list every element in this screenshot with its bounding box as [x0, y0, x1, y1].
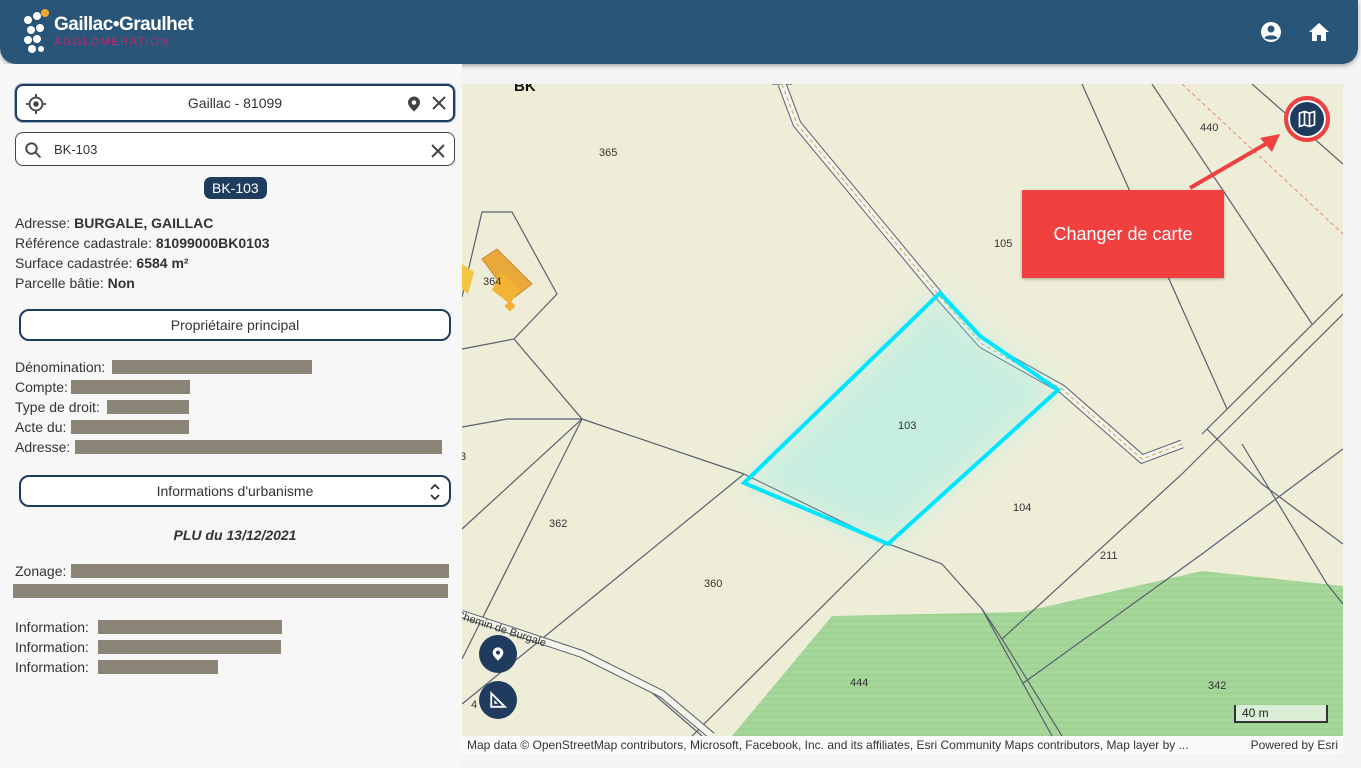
change-basemap-button[interactable]: [1284, 96, 1330, 142]
zoning-redacted-1: [71, 564, 449, 578]
zoning-redacted-2: [13, 584, 448, 598]
parcel-label-362: 362: [549, 518, 568, 530]
account-circle-icon[interactable]: [1259, 20, 1283, 44]
address-value: BURGALE, GAILLAC: [74, 215, 214, 231]
reference-line: Référence cadastrale: 81099000BK0103: [15, 235, 270, 251]
commune-value[interactable]: Gaillac - 81099: [17, 86, 453, 120]
map-icon: [1298, 110, 1316, 128]
info-label-1: Information:: [15, 619, 89, 635]
powered-by-esri[interactable]: Powered by Esri: [1251, 738, 1338, 752]
change-map-callout: Changer de carte: [1022, 190, 1224, 278]
right-type-label: Type de droit:: [15, 399, 100, 415]
address-line: Adresse: BURGALE, GAILLAC: [15, 215, 213, 231]
parcel-label-364: 364: [483, 276, 502, 288]
expand-collapse-icon[interactable]: [429, 483, 441, 501]
logo-subtitle: AGGLOMERATION: [54, 36, 170, 48]
info-redacted-3: [98, 660, 218, 674]
zoning-label: Zonage:: [15, 563, 67, 579]
parcel-label-103: 103: [898, 420, 917, 432]
logo-grape-icon: [24, 9, 49, 53]
right-type-redacted: [107, 400, 189, 414]
attribution-text[interactable]: Map data © OpenStreetMap contributors, M…: [467, 738, 1189, 752]
map-pin-icon[interactable]: [405, 94, 423, 114]
info-redacted-2: [98, 640, 281, 654]
app-header: Gaillac•Graulhet AGGLOMERATION: [0, 0, 1358, 64]
info-label-2: Information:: [15, 639, 89, 655]
side-panel: Gaillac - 81099 BK-103 BK-103 Adresse: B…: [0, 64, 462, 768]
surface-value: 6584 m²: [136, 255, 189, 271]
parcel-label-104: 104: [1013, 502, 1032, 514]
built-label: Parcelle bâtie:: [15, 275, 104, 291]
account-redacted: [71, 380, 190, 394]
act-redacted: [71, 420, 189, 434]
measure-button[interactable]: [479, 681, 517, 719]
parcel-label-360: 360: [704, 578, 723, 590]
urbanism-section-button[interactable]: Informations d'urbanisme: [19, 475, 451, 507]
map-marker-icon: [492, 647, 504, 661]
parcel-label-444: 444: [850, 677, 869, 689]
info-redacted-1: [98, 620, 282, 634]
reference-value: 81099000BK0103: [155, 235, 270, 251]
info-label-3: Information:: [15, 659, 89, 675]
act-label: Acte du:: [15, 419, 67, 435]
parcel-value[interactable]: BK-103: [16, 133, 454, 165]
urbanism-section-label: Informations d'urbanisme: [156, 483, 314, 499]
parcel-label-365: 365: [599, 147, 618, 159]
section-label: BK: [514, 84, 536, 95]
callout-arrow: [1188, 134, 1280, 190]
denomination-label: Dénomination:: [15, 359, 106, 375]
scale-bar: 40 m: [1234, 705, 1328, 723]
clear-commune-icon[interactable]: [431, 95, 447, 111]
owner-address-label: Adresse:: [15, 439, 71, 455]
reference-label: Référence cadastrale:: [15, 235, 152, 251]
parcel-label-3: 3: [462, 451, 467, 463]
ruler-triangle-icon: [490, 691, 507, 708]
parcel-badge: BK-103: [204, 177, 267, 199]
clear-parcel-icon[interactable]: [430, 143, 446, 159]
surface-line: Surface cadastrée: 6584 m²: [15, 255, 189, 271]
parcel-search-field[interactable]: BK-103: [15, 132, 455, 166]
built-value: Non: [107, 275, 135, 291]
owner-address-redacted: [75, 440, 442, 454]
commune-search-field[interactable]: Gaillac - 81099: [15, 84, 455, 122]
surface-label: Surface cadastrée:: [15, 255, 133, 271]
account-label: Compte:: [15, 379, 68, 395]
parcel-label-211: 211: [1100, 550, 1118, 562]
denomination-redacted: [112, 360, 312, 374]
logo[interactable]: Gaillac•Graulhet AGGLOMERATION: [22, 8, 194, 56]
map-attribution: Map data © OpenStreetMap contributors, M…: [462, 736, 1343, 754]
built-line: Parcelle bâtie: Non: [15, 275, 135, 291]
logo-title: Gaillac•Graulhet: [54, 14, 194, 35]
locate-marker-button[interactable]: [479, 635, 517, 673]
address-label: Adresse:: [15, 215, 71, 231]
owner-section-button[interactable]: Propriétaire principal: [19, 309, 451, 341]
plu-title: PLU du 13/12/2021: [173, 527, 297, 543]
home-icon[interactable]: [1307, 20, 1331, 44]
parcel-label-342: 342: [1208, 680, 1227, 692]
parcel-label-105: 105: [994, 238, 1013, 250]
parcel-label-4: 4: [471, 699, 478, 711]
